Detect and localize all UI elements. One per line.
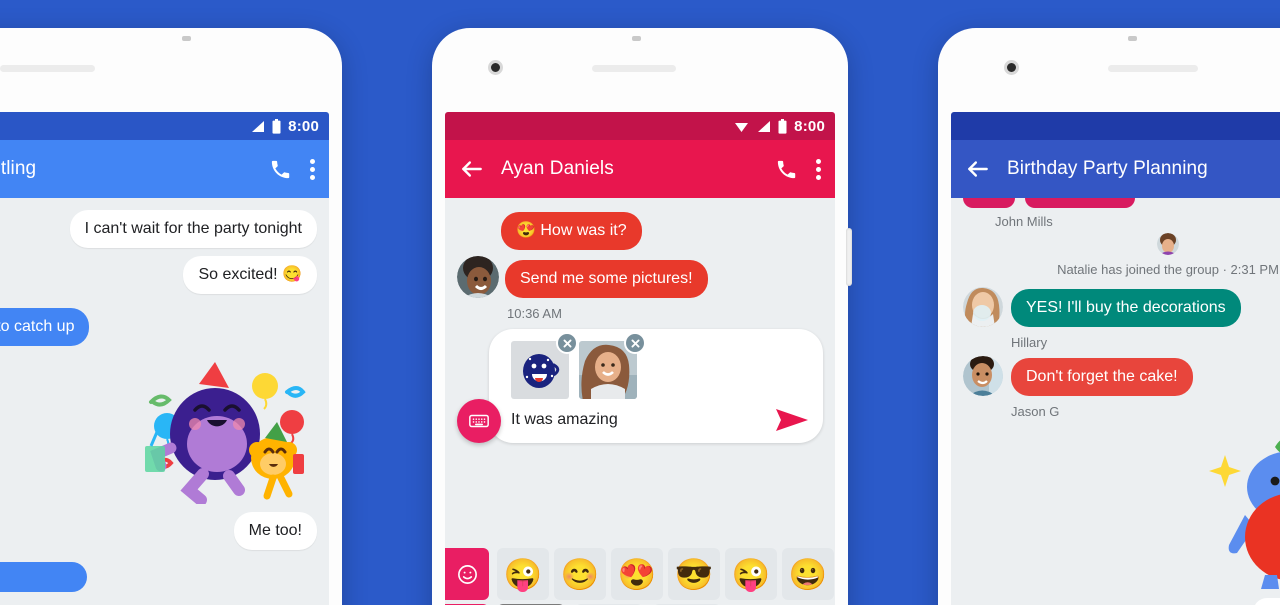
message-row: Can't wait to catch up [0, 308, 317, 346]
attachment-sticker[interactable] [511, 332, 578, 399]
emoji-sticker-tray: 😜 😊 😍 😎 😜 😀 [445, 548, 835, 605]
message-bubble[interactable]: Can't wait to catch up [0, 308, 90, 346]
proximity-sensor [632, 36, 641, 41]
battery-icon [778, 118, 787, 134]
system-message: Natalie has joined the group · 2:31 PM [1057, 262, 1279, 277]
system-event: Natalie has joined the group · 2:31 PM [963, 233, 1280, 277]
message-row: So excited! 😋 [0, 256, 317, 294]
statusbar-time: 8:00 [288, 117, 319, 135]
message-bubble[interactable]: 😍 How was it? [501, 212, 642, 250]
party-monster-sticker[interactable] [137, 354, 317, 506]
message-row-partial [963, 598, 1280, 605]
emoji-cell[interactable]: 😎 [668, 548, 720, 600]
emoji-cell[interactable]: 😀 [782, 548, 834, 600]
message-bubble[interactable]: Send me some pictures! [505, 260, 708, 298]
conversation-title: Birthday Party Planning [1007, 158, 1208, 179]
compose-area: It was amazing [445, 329, 835, 443]
sender-name: Hillary [1011, 335, 1048, 350]
statusbar-time: 8:00 [794, 117, 825, 135]
sticker-row [963, 425, 1280, 590]
appbar-center: Ayan Daniels [445, 140, 835, 198]
back-icon[interactable] [459, 156, 485, 182]
proximity-sensor [182, 36, 191, 41]
screen-right: Birthday Party Planning John Mills Natal… [951, 112, 1280, 605]
proximity-sensor [1128, 36, 1137, 41]
statusbar-left: 8:00 [0, 112, 329, 140]
message-bubble[interactable]: So excited! 😋 [183, 256, 317, 294]
screen-left: 8:00 Jake Leichtling I can't wait for th… [0, 112, 329, 605]
earpiece-speaker [1108, 65, 1198, 72]
message-row: 😍 How was it? [501, 212, 823, 250]
front-camera [488, 60, 503, 75]
sticker-row: 1 [445, 600, 835, 605]
avatar[interactable] [457, 256, 499, 298]
message-row: Don't forget the cake! [963, 356, 1280, 396]
screen-center: 8:00 Ayan Daniels 😍 How was it? Send me … [445, 112, 835, 605]
earpiece-speaker [592, 65, 676, 72]
phone-left: 8:00 Jake Leichtling I can't wait for th… [0, 28, 342, 605]
conversation-left: I can't wait for the party tonight So ex… [0, 198, 329, 605]
appbar-left: Jake Leichtling [0, 140, 329, 198]
message-bubble-partial[interactable] [0, 562, 87, 592]
message-bubble[interactable]: I can't wait for the party tonight [69, 210, 317, 248]
power-button[interactable] [846, 228, 852, 286]
message-row: I can't wait for the party tonight [0, 210, 317, 248]
send-icon[interactable] [775, 407, 809, 433]
hillary-avatar[interactable] [963, 287, 1003, 327]
attachment-photo[interactable] [579, 332, 646, 399]
emoji-cell[interactable]: 😊 [554, 548, 606, 600]
signal-icon [756, 120, 771, 133]
phone-right: Birthday Party Planning John Mills Natal… [938, 28, 1280, 605]
call-icon[interactable] [775, 158, 798, 181]
statusbar-right [951, 112, 1280, 140]
battery-icon [272, 118, 281, 134]
emoji-tab-icon[interactable] [445, 548, 489, 600]
message-row-partial [0, 562, 317, 592]
conversation-right: John Mills Natalie has joined the group … [951, 198, 1280, 605]
emoji-cells: 😜 😊 😍 😎 😜 😀 [489, 548, 834, 600]
sticker-cells: 1 [489, 600, 721, 605]
keyboard-icon[interactable] [457, 399, 501, 443]
signal-icon [250, 120, 265, 133]
sender-name: Jason G [1011, 404, 1060, 419]
emoji-cell[interactable]: 😜 [497, 548, 549, 600]
remove-attachment-icon[interactable] [624, 332, 646, 354]
message-bubble-partial[interactable] [963, 198, 1015, 208]
message-row-partial [963, 198, 1280, 208]
statusbar-center: 8:00 [445, 112, 835, 140]
more-vert-icon[interactable] [816, 158, 821, 180]
emoji-cell[interactable]: 😜 [725, 548, 777, 600]
emoji-row: 😜 😊 😍 😎 😜 😀 [445, 548, 835, 600]
sticker-row [0, 354, 317, 506]
jason-avatar[interactable] [963, 356, 1003, 396]
front-camera [1004, 60, 1019, 75]
message-bubble-partial[interactable] [1253, 598, 1280, 605]
natalie-avatar[interactable] [1157, 233, 1179, 255]
conversation-title: Ayan Daniels [501, 158, 614, 179]
blueberry-tomato-sticker[interactable] [1203, 425, 1280, 590]
call-icon[interactable] [269, 158, 292, 181]
back-icon[interactable] [965, 156, 991, 182]
conversation-center: 😍 How was it? Send me some pictures! 10:… [445, 198, 835, 321]
compose-box[interactable]: It was amazing [489, 329, 823, 443]
message-bubble[interactable]: Don't forget the cake! [1011, 358, 1193, 396]
message-input[interactable]: It was amazing [511, 411, 775, 429]
message-timestamp: 10:36 AM [507, 306, 562, 321]
phone-center: 8:00 Ayan Daniels 😍 How was it? Send me … [432, 28, 852, 605]
earpiece-speaker [0, 65, 95, 72]
sender-name: John Mills [995, 214, 1053, 229]
remove-attachment-icon[interactable] [556, 332, 578, 354]
message-bubble[interactable]: Me too! [233, 512, 317, 550]
wifi-icon [734, 120, 749, 133]
conversation-title: Jake Leichtling [0, 158, 37, 179]
more-vert-icon[interactable] [310, 158, 315, 180]
message-row: Send me some pictures! [457, 256, 823, 298]
attachment-row [511, 332, 809, 399]
message-row: Me too! [0, 512, 317, 550]
message-bubble-partial[interactable] [1025, 198, 1135, 208]
message-row: YES! I'll buy the decorations [963, 287, 1280, 327]
message-bubble[interactable]: YES! I'll buy the decorations [1011, 289, 1241, 327]
emoji-cell[interactable]: 😍 [611, 548, 663, 600]
appbar-right: Birthday Party Planning [951, 140, 1280, 198]
